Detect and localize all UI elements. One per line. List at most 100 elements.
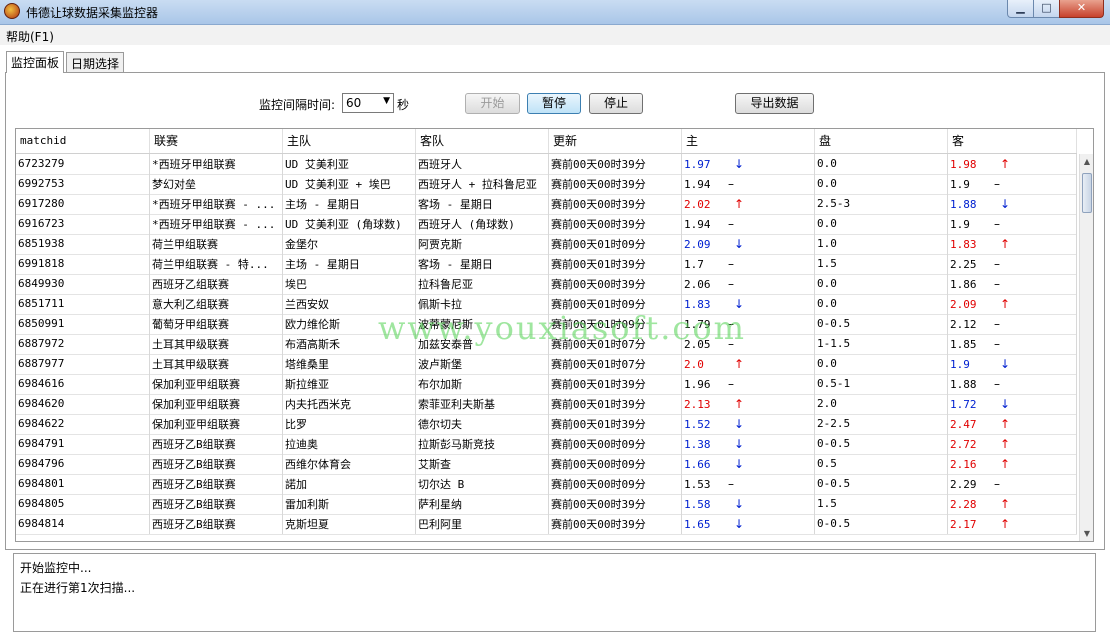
col-home-odds[interactable]: 主: [682, 129, 815, 153]
col-handicap[interactable]: 盘: [815, 129, 948, 153]
start-button[interactable]: 开始: [465, 93, 520, 114]
tab-monitor[interactable]: 监控面板: [6, 51, 65, 73]
cell-matchid: 6851938: [16, 234, 150, 254]
cell-away-odds-text: 1.88: [950, 378, 977, 391]
pause-button[interactable]: 暂停: [527, 93, 581, 114]
cell-league-text: *西班牙甲组联赛: [152, 158, 236, 171]
cell-handicap: 0.0: [815, 174, 948, 194]
cell-home-odds-text: 2.06: [684, 278, 711, 291]
cell-handicap: 0.5: [815, 454, 948, 474]
cell-league: 西班牙乙B组联赛: [150, 454, 283, 474]
cell-matchid: 6916723: [16, 214, 150, 234]
table-row[interactable]: 6991818 荷兰甲组联赛 - 特... 主场 - 星期日 客场 - 星期日 赛前00…: [16, 254, 1077, 275]
cell-home-odds: 1.38 ↓: [682, 434, 815, 454]
cell-update: 赛前00天01时39分: [549, 254, 682, 274]
log-output[interactable]: 开始监控中... 正在进行第1次扫描...: [13, 553, 1096, 632]
cell-matchid: 6850991: [16, 314, 150, 334]
cell-away: 萨利星纳: [416, 494, 549, 514]
cell-away-odds: 1.88 –: [948, 374, 1077, 394]
col-home[interactable]: 主队: [283, 129, 416, 153]
cell-home-odds: 2.09 ↓: [682, 234, 815, 254]
table-row[interactable]: 6851711 意大利乙组联赛 兰西安奴 佩斯卡拉 赛前00天01时09分 1.83 ↓ 0.…: [16, 294, 1077, 315]
table-row[interactable]: 6984791 西班牙乙B组联赛 拉迪奥 拉斯彭马斯竞技 赛前00天00时09分 1.38…: [16, 434, 1077, 455]
tab-date-select[interactable]: 日期选择: [66, 52, 125, 72]
cell-home-odds-text: 1.94: [684, 178, 711, 191]
arrow-down-icon: ↓: [734, 457, 745, 471]
cell-league: 梦幻对垒: [150, 174, 283, 194]
export-button[interactable]: 导出数据: [735, 93, 814, 114]
cell-update-text: 赛前00天00时09分: [551, 458, 646, 471]
table-row[interactable]: 6984620 保加利亚甲组联赛 内夫托西米克 索菲亚利夫斯基 赛前00天01时39分 2…: [16, 394, 1077, 415]
cell-away-text: 西班牙人 (角球数): [418, 218, 515, 231]
scroll-up-icon[interactable]: ▲: [1080, 154, 1093, 170]
cell-league-text: *西班牙甲组联赛 - ...: [152, 218, 276, 231]
cell-matchid-text: 6984805: [18, 497, 65, 510]
col-away[interactable]: 客队: [416, 129, 549, 153]
table-row[interactable]: 6984616 保加利亚甲组联赛 斯拉维亚 布尔加斯 赛前00天01时39分 1.96 – 0…: [16, 374, 1077, 395]
cell-update-text: 赛前00天01时07分: [551, 338, 646, 351]
cell-league-text: 梦幻对垒: [152, 178, 196, 191]
table-row[interactable]: 6916723 *西班牙甲组联赛 - ... UD 艾美利亚 (角球数) 西班牙人 (…: [16, 214, 1077, 235]
vertical-scrollbar[interactable]: ▲ ▼: [1079, 154, 1093, 541]
table-row[interactable]: 6984801 西班牙乙B组联赛 諾加 切尔达 B 赛前00天00时09分 1.53 – 0-…: [16, 474, 1077, 495]
close-button[interactable]: ✕: [1059, 0, 1104, 18]
table-row[interactable]: 6723279 *西班牙甲组联赛 UD 艾美利亚 西班牙人 赛前00天00时39分 1.9…: [16, 154, 1077, 175]
scroll-down-icon[interactable]: ▼: [1080, 526, 1093, 541]
table-row[interactable]: 6984796 西班牙乙B组联赛 西维尔体育会 艾斯查 赛前00天00时09分 1.66 ↓…: [16, 454, 1077, 475]
cell-update-text: 赛前00天00时39分: [551, 198, 646, 211]
cell-away-odds-text: 2.29: [950, 478, 977, 491]
table-row[interactable]: 6992753 梦幻对垒 UD 艾美利亚 + 埃巴 西班牙人 + 拉科鲁尼亚 赛前00天…: [16, 174, 1077, 195]
table-row[interactable]: 6850991 葡萄牙甲组联赛 欧力维伦斯 波蒂蒙尼斯 赛前00天01时09分 1.79 –…: [16, 314, 1077, 335]
table-row[interactable]: 6917280 *西班牙甲组联赛 - ... 主场 - 星期日 客场 - 星期日 赛前0…: [16, 194, 1077, 215]
dash-icon: –: [728, 257, 734, 271]
cell-away-text: 波卢斯堡: [418, 358, 462, 371]
table-row[interactable]: 6887977 土耳其甲级联赛 塔维桑里 波卢斯堡 赛前00天01时07分 2.0 ↑ 0.0…: [16, 354, 1077, 375]
menu-help[interactable]: 帮助(F1): [6, 28, 54, 45]
cell-update-text: 赛前00天00时39分: [551, 218, 646, 231]
cell-away-odds: 1.72 ↓: [948, 394, 1077, 414]
minimize-button[interactable]: ▁: [1007, 0, 1034, 18]
arrow-down-icon: ↓: [734, 437, 745, 451]
cell-away-odds-text: 1.9: [950, 178, 970, 191]
table-row[interactable]: 6984622 保加利亚甲组联赛 比罗 德尔切夫 赛前00天01时39分 1.52 ↓ 2-2…: [16, 414, 1077, 435]
dash-icon: –: [994, 217, 1000, 231]
scroll-thumb[interactable]: [1082, 173, 1092, 213]
cell-away: 巴利阿里: [416, 514, 549, 534]
table-row[interactable]: 6851938 荷兰甲组联赛 金堡尔 阿贾克斯 赛前00天01时09分 2.09 ↓ 1.0 1…: [16, 234, 1077, 255]
dash-icon: –: [994, 177, 1000, 191]
table-row[interactable]: 6984814 西班牙乙B组联赛 克斯坦夏 巴利阿里 赛前00天00时39分 1.65 ↓ 0…: [16, 514, 1077, 535]
col-league[interactable]: 联赛: [150, 129, 283, 153]
maximize-button[interactable]: □: [1033, 0, 1060, 18]
table-row[interactable]: 6849930 西班牙乙组联赛 埃巴 拉科鲁尼亚 赛前00天00时39分 2.06 – 0.0…: [16, 274, 1077, 295]
cell-handicap: 0-0.5: [815, 434, 948, 454]
cell-home-odds-text: 1.52: [684, 418, 711, 431]
cell-league: *西班牙甲组联赛 - ...: [150, 214, 283, 234]
cell-away-odds-text: 1.86: [950, 278, 977, 291]
cell-home-odds-text: 1.66: [684, 458, 711, 471]
col-matchid[interactable]: matchid: [16, 129, 150, 153]
cell-away-text: 索菲亚利夫斯基: [418, 398, 495, 411]
col-update[interactable]: 更新: [549, 129, 682, 153]
cell-home-text: 内夫托西米克: [285, 398, 351, 411]
match-table[interactable]: matchid 联赛 主队 客队 更新 主 盘 客 6723279 *西班牙甲组联…: [15, 128, 1094, 542]
cell-home-odds: 2.02 ↑: [682, 194, 815, 214]
stop-button[interactable]: 停止: [589, 93, 643, 114]
dash-icon: –: [728, 477, 734, 491]
cell-away-odds: 2.47 ↑: [948, 414, 1077, 434]
dash-icon: –: [994, 337, 1000, 351]
cell-league: 保加利亚甲组联赛: [150, 414, 283, 434]
cell-matchid: 6984620: [16, 394, 150, 414]
cell-away-odds-text: 1.83: [950, 238, 977, 251]
cell-update: 赛前00天00时39分: [549, 274, 682, 294]
table-row[interactable]: 6887972 土耳其甲级联赛 布酒高斯禾 加兹安泰普 赛前00天01时07分 2.05 –…: [16, 334, 1077, 355]
cell-matchid-text: 6851711: [18, 297, 65, 310]
window-title: 伟德让球数据采集监控器: [26, 6, 159, 20]
cell-handicap: 2-2.5: [815, 414, 948, 434]
menu-bar: 帮助(F1): [0, 25, 1110, 45]
cell-away-odds-text: 2.47: [950, 418, 977, 431]
col-away-odds[interactable]: 客: [948, 129, 1077, 153]
table-row[interactable]: 6984805 西班牙乙B组联赛 雷加利斯 萨利星纳 赛前00天00时39分 1.58 ↓ 1…: [16, 494, 1077, 515]
title-bar: 伟德让球数据采集监控器 ▁ □ ✕: [0, 0, 1110, 25]
interval-select[interactable]: 60 ▼: [342, 93, 394, 113]
cell-update: 赛前00天01时39分: [549, 414, 682, 434]
